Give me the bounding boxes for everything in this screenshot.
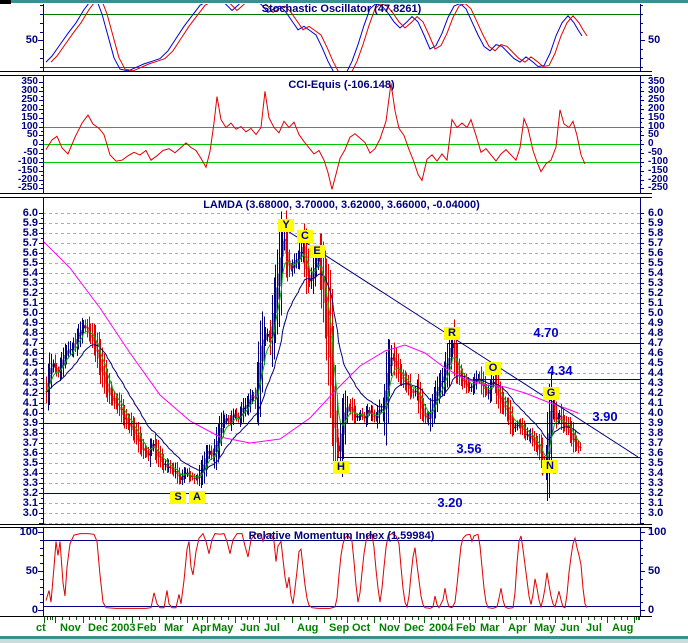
x-axis-month-label: Feb — [137, 622, 157, 634]
x-axis-month-label: Jul — [586, 622, 602, 634]
price-level-label: 3.90 — [592, 409, 618, 424]
x-axis-month-label: Nov — [379, 622, 400, 634]
x-axis-month-label: Apr — [508, 622, 527, 634]
point-label-g: G — [543, 387, 559, 400]
x-axis-month-label: May — [212, 622, 234, 634]
y-axis-label-right: 50 — [648, 565, 661, 577]
price-level-label: 3.56 — [456, 441, 482, 456]
x-axis-month-label: Mar — [164, 622, 184, 634]
point-label-c: C — [297, 230, 313, 243]
x-axis-month-label: May — [534, 622, 556, 634]
x-axis-month-label: Dec — [88, 622, 109, 634]
point-label-y: Y — [278, 219, 294, 232]
x-axis-month-label: Dec — [404, 622, 425, 634]
x-axis-month-label: Feb — [456, 622, 476, 634]
y-axis-label-right: 100 — [648, 526, 667, 538]
x-axis-month-label: Apr — [192, 622, 211, 634]
x-axis-month-label: Jul — [264, 622, 280, 634]
rmi-panel-title: Relative Momentum Index (1.59984) — [248, 530, 435, 542]
y-axis-label-left: 100 — [19, 526, 38, 538]
price-level-label: 3.20 — [437, 495, 463, 510]
price-level-label: 4.34 — [547, 363, 573, 378]
y-axis-label-right: 0 — [648, 604, 655, 616]
x-axis-month-label: Jun — [240, 622, 260, 634]
stochastic-panel-title: Stochastic Oscillator (47.8261) — [261, 3, 422, 15]
x-axis-month-label: Nov — [60, 622, 81, 634]
bottom-margin — [0, 639, 688, 643]
point-label-n: N — [542, 460, 558, 473]
y-axis-label-left: 0 — [31, 604, 38, 616]
y-axis-label-right: 3.0 — [648, 507, 664, 519]
point-label-e: E — [309, 245, 325, 258]
x-axis-month-label: Aug — [612, 622, 634, 634]
point-label-h: H — [333, 461, 349, 474]
x-axis-month-label: ct — [36, 622, 46, 634]
chart-window: Stochastic Oscillator (47.8261) CCI-Equi… — [0, 0, 688, 643]
x-axis-month-label: Oct — [352, 622, 371, 634]
x-axis-month-label: Mar — [480, 622, 500, 634]
point-label-o: O — [485, 362, 501, 375]
point-label-a: A — [189, 491, 205, 504]
x-axis-month-label: Sep — [329, 622, 350, 634]
y-axis-label-left: 3.0 — [22, 507, 38, 519]
label-layer: Stochastic Oscillator (47.8261) CCI-Equi… — [0, 0, 688, 643]
point-label-r: R — [444, 327, 460, 340]
y-axis-label-left: -250 — [17, 182, 38, 194]
x-axis-month-label: 2004 — [429, 622, 454, 634]
x-axis-month-label: Aug — [297, 622, 319, 634]
price-panel-title: LAMDA (3.68000, 3.70000, 3.62000, 3.6600… — [203, 199, 480, 211]
price-level-label: 4.70 — [533, 325, 559, 340]
cci-panel-title: CCI-Equis (-106.148) — [288, 79, 395, 91]
point-label-s: S — [170, 491, 186, 504]
y-axis-label-right: -250 — [648, 182, 669, 194]
x-axis-month-label: 2003 — [111, 622, 136, 634]
x-axis-month-label: Jun — [560, 622, 580, 634]
y-axis-label-left: 50 — [25, 34, 38, 47]
y-axis-label-right: 50 — [648, 34, 661, 47]
y-axis-label-left: 50 — [25, 565, 38, 577]
